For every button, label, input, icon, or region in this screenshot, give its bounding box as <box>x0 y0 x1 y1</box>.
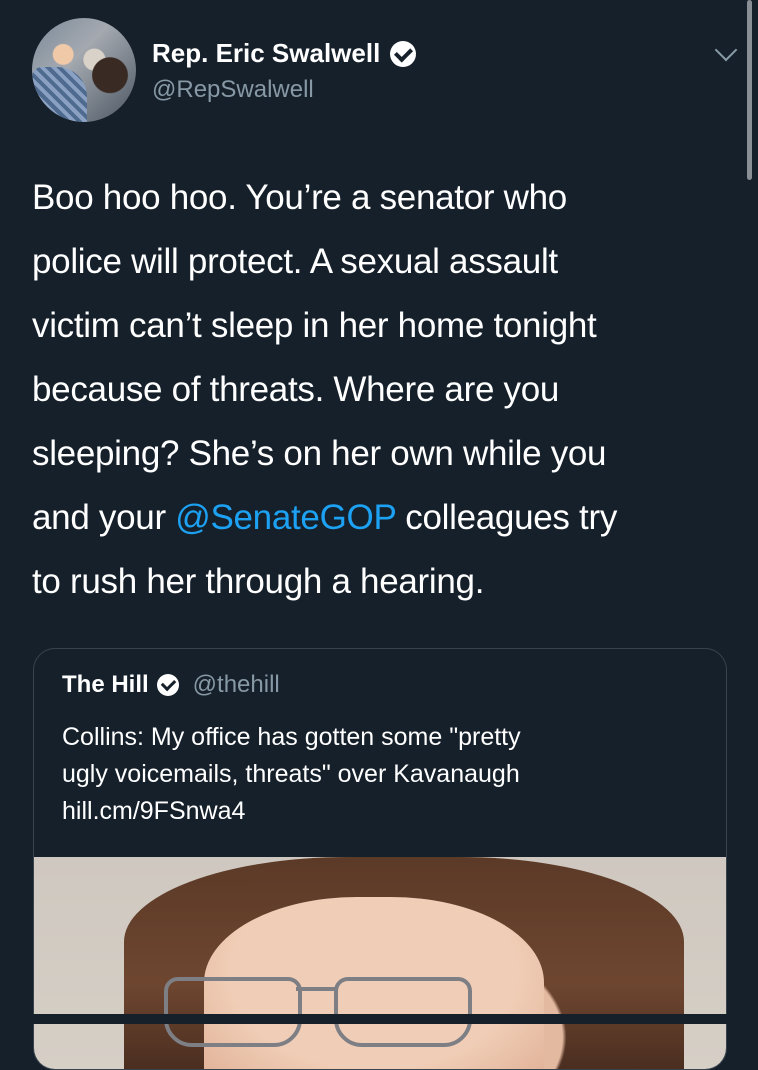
tweet-header: Rep. Eric Swalwell @RepSwalwell <box>30 18 738 128</box>
tweet-line: Boo hoo hoo. You’re a senator who <box>32 178 567 217</box>
tweet-line: sleeping? She’s on her own while you <box>32 434 607 473</box>
bottom-divider <box>0 1014 758 1024</box>
scrollbar[interactable] <box>747 0 752 180</box>
author-row: Rep. Eric Swalwell <box>152 38 417 69</box>
tweet-text-part: and your <box>32 498 176 537</box>
quoted-tweet-image[interactable] <box>34 857 726 1069</box>
mention-link[interactable]: @SenateGOP <box>175 498 396 537</box>
avatar-photo <box>32 67 87 122</box>
tweet-text-part: colleagues try <box>395 498 618 537</box>
tweet-text: Boo hoo hoo. You’re a senator who police… <box>32 166 732 614</box>
quoted-tweet-text: Collins: My office has gotten some "pret… <box>62 719 702 830</box>
photo-glasses-bridge <box>296 987 336 991</box>
tweet-line: and your @SenateGOP colleagues try <box>32 486 732 550</box>
verified-badge-icon <box>390 40 417 67</box>
quoted-line: ugly voicemails, threats" over Kavanaugh <box>62 760 520 788</box>
chevron-down-icon[interactable] <box>714 38 738 62</box>
photo-glasses-right <box>334 977 472 1047</box>
quoted-tweet-card[interactable]: The Hill @thehill Collins: My office has… <box>33 648 727 1070</box>
quoted-author-name: The Hill <box>62 671 149 698</box>
quoted-link[interactable]: hill.cm/9FSnwa4 <box>62 793 702 830</box>
quoted-author-handle: @thehill <box>192 671 280 698</box>
tweet-line: victim can’t sleep in her home tonight <box>32 306 597 345</box>
photo-glasses-left <box>164 977 302 1047</box>
quoted-line: Collins: My office has gotten some "pret… <box>62 723 521 751</box>
tweet-line: police will protect. A sexual assault <box>32 242 558 281</box>
verified-badge-icon <box>156 674 179 696</box>
tweet-line: to rush her through a hearing. <box>32 562 485 601</box>
quoted-tweet-header: The Hill @thehill <box>62 671 280 699</box>
author-handle[interactable]: @RepSwalwell <box>152 76 314 104</box>
tweet-line: because of threats. Where are you <box>32 370 560 409</box>
avatar[interactable] <box>32 18 136 122</box>
author-name[interactable]: Rep. Eric Swalwell <box>152 38 380 69</box>
